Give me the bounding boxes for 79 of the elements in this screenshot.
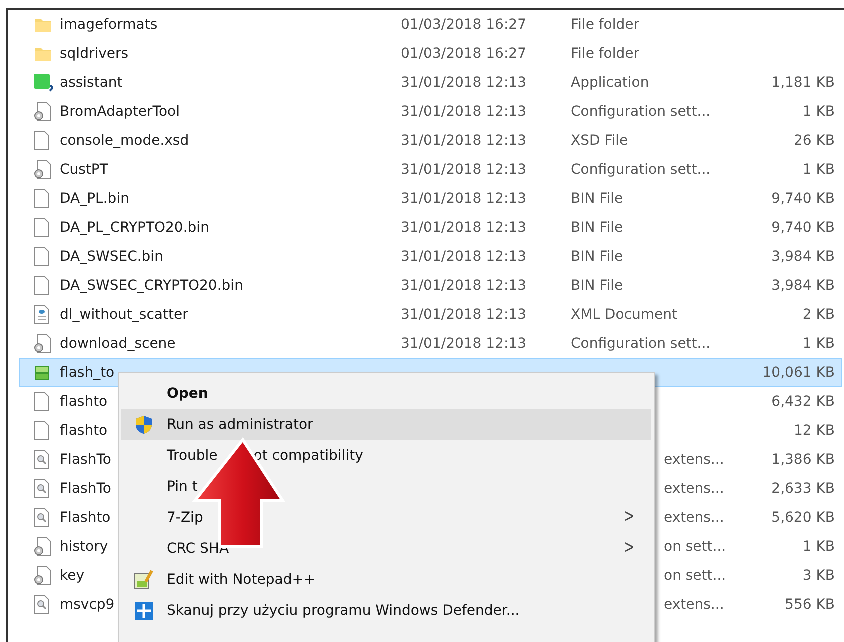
- file-type: Application: [571, 74, 650, 90]
- file-type: BIN File: [571, 248, 624, 264]
- file-name: BromAdapterTool: [60, 104, 180, 120]
- file-type: BIN File: [571, 190, 624, 206]
- file-size: 10,061 KB: [762, 364, 835, 380]
- file-name: key: [60, 568, 85, 584]
- file-date: 31/01/2018 12:13: [401, 104, 526, 120]
- file-size: 3,984 KB: [772, 278, 835, 294]
- file-size: 12 KB: [794, 422, 835, 438]
- file-size: 9,740 KB: [772, 190, 835, 206]
- file-type: File folder: [571, 16, 640, 32]
- file-date: 31/01/2018 12:13: [401, 162, 526, 178]
- file-type: XSD File: [571, 132, 628, 148]
- file-name: FlashTo: [60, 480, 112, 496]
- file-name: DA_SWSEC_CRYPTO20.bin: [60, 278, 244, 294]
- file-name: download_scene: [60, 336, 176, 352]
- file-type: XML Document: [571, 306, 678, 322]
- menu-label: Open: [167, 386, 208, 402]
- file-type: BIN File: [571, 278, 624, 294]
- file-name: flashto: [60, 422, 108, 438]
- file-type: extens...: [664, 596, 724, 612]
- file-size: 1,386 KB: [772, 452, 835, 468]
- file-name: FlashTo: [60, 452, 112, 468]
- file-size: 9,740 KB: [772, 220, 835, 236]
- menu-label: Skanuj przy użyciu programu Windows Defender...: [167, 602, 520, 618]
- file-size: 556 KB: [785, 596, 835, 612]
- file-date: 31/01/2018 12:13: [401, 306, 526, 322]
- file-size: 1 KB: [802, 538, 835, 554]
- submenu-chevron: >: [624, 537, 635, 558]
- file-name: assistant: [60, 74, 123, 90]
- file-size: 3,984 KB: [772, 248, 835, 264]
- file-type: Configuration sett...: [571, 336, 711, 352]
- file-size: 1 KB: [802, 162, 835, 178]
- file-date: 31/01/2018 12:13: [401, 278, 526, 294]
- file-type: File folder: [571, 46, 640, 62]
- file-size: 1 KB: [802, 104, 835, 120]
- file-date: 31/01/2018 12:13: [401, 220, 526, 236]
- file-name: DA_PL_CRYPTO20.bin: [60, 220, 210, 236]
- file-type: Configuration sett...: [571, 104, 711, 120]
- file-size: 5,620 KB: [772, 510, 835, 526]
- file-name: DA_SWSEC.bin: [60, 248, 164, 264]
- file-date: 31/01/2018 12:13: [401, 132, 526, 148]
- file-name: flashto: [60, 394, 108, 410]
- file-name: msvcp9: [60, 596, 115, 612]
- file-name: Flashto: [60, 510, 111, 526]
- file-type: extens...: [664, 452, 724, 468]
- file-date: 31/01/2018 12:13: [401, 74, 526, 90]
- file-name: dl_without_scatter: [60, 306, 188, 322]
- menu-label: Pin t: [167, 478, 198, 494]
- file-size: 2,633 KB: [772, 480, 835, 496]
- file-type: on sett...: [664, 538, 726, 554]
- file-type: extens...: [664, 480, 724, 496]
- file-date: 01/03/2018 16:27: [401, 16, 526, 32]
- menu-label: Run as administrator: [167, 416, 314, 432]
- file-name: console_mode.xsd: [60, 132, 190, 148]
- file-size: 6,432 KB: [772, 394, 835, 410]
- file-type: extens...: [664, 510, 724, 526]
- file-date: 31/01/2018 12:13: [401, 336, 526, 352]
- file-name: sqldrivers: [60, 46, 129, 62]
- file-type: Configuration sett...: [571, 162, 711, 178]
- file-date: 31/01/2018 12:13: [401, 248, 526, 264]
- file-name: DA_PL.bin: [60, 190, 130, 206]
- file-name: imageformats: [60, 16, 158, 32]
- file-size: 2 KB: [802, 306, 835, 322]
- file-size: 3 KB: [802, 568, 835, 584]
- file-name: history: [60, 538, 108, 554]
- menu-label: Edit with Notepad++: [167, 572, 316, 588]
- submenu-chevron: >: [624, 506, 635, 527]
- menu-label: 7-Zip: [167, 510, 204, 526]
- file-size: 26 KB: [794, 132, 835, 148]
- file-date: 31/01/2018 12:13: [401, 190, 526, 206]
- file-name: CustPT: [60, 162, 108, 178]
- file-type: BIN File: [571, 220, 624, 236]
- menu-label: Trouble: [167, 448, 218, 464]
- file-type: on sett...: [664, 568, 726, 584]
- file-size: 1,181 KB: [772, 74, 835, 90]
- file-name: flash_to: [60, 364, 115, 380]
- file-date: 01/03/2018 16:27: [401, 46, 526, 62]
- file-size: 1 KB: [802, 336, 835, 352]
